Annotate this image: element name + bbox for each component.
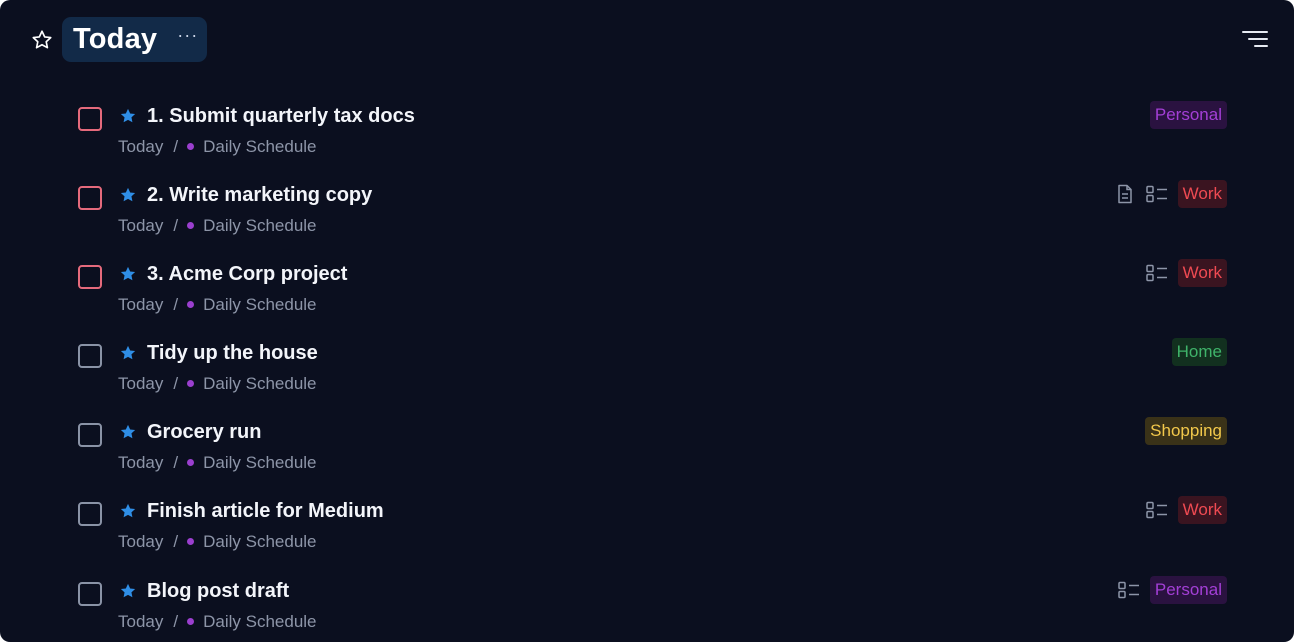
task-indicators: Work [1145, 259, 1227, 287]
tag-badge[interactable]: Work [1177, 180, 1227, 208]
task-meta: Today / Daily Schedule [118, 532, 317, 552]
task-meta: Today / Daily Schedule [118, 216, 317, 236]
task-meta: Today / Daily Schedule [118, 295, 317, 315]
task-checkbox[interactable] [78, 107, 102, 131]
task-meta: Today / Daily Schedule [118, 612, 317, 632]
starred-icon[interactable] [119, 502, 137, 520]
task-row[interactable]: 1. Submit quarterly tax docs Today / Daily … [0, 95, 1294, 174]
task-indicators: Shopping [1145, 417, 1227, 445]
task-project[interactable]: Daily Schedule [203, 453, 316, 473]
task-indicators: Work [1114, 180, 1227, 208]
page-title: Today [73, 23, 158, 55]
task-date[interactable]: Today [118, 295, 163, 315]
task-project[interactable]: Daily Schedule [203, 216, 316, 236]
favorite-star-icon[interactable] [30, 28, 54, 52]
task-project[interactable]: Daily Schedule [203, 295, 316, 315]
task-indicators: Home [1171, 338, 1227, 366]
task-title[interactable]: 2. Write marketing copy [147, 184, 372, 207]
tag-badge[interactable]: Work [1177, 259, 1227, 287]
task-meta: Today / Daily Schedule [118, 374, 317, 394]
today-panel: Today ··· 1. Submit quarterly tax docs To… [0, 0, 1294, 642]
task-meta: Today / Daily Schedule [118, 453, 317, 473]
checklist-icon [1145, 262, 1168, 284]
task-indicators: Personal [1149, 101, 1227, 129]
task-row[interactable]: Finish article for Medium Today / Daily Sch… [0, 490, 1294, 569]
task-checkbox[interactable] [78, 265, 102, 289]
meta-separator: / [173, 295, 179, 314]
project-color-dot [187, 458, 195, 466]
task-project[interactable]: Daily Schedule [203, 612, 316, 632]
list-title-pill[interactable]: Today ··· [62, 17, 207, 62]
note-icon [1114, 183, 1136, 205]
task-date[interactable]: Today [118, 532, 163, 552]
task-row[interactable]: 2. Write marketing copy Today / Daily Sched… [0, 174, 1294, 253]
checklist-icon [1118, 579, 1140, 601]
task-date[interactable]: Today [118, 453, 163, 473]
task-checkbox[interactable] [78, 186, 102, 210]
task-row[interactable]: 3. Acme Corp project Today / Daily Schedule… [0, 253, 1294, 332]
task-row[interactable]: Blog post draft Today / Daily Schedule Perso… [0, 570, 1294, 642]
task-checkbox[interactable] [78, 502, 102, 526]
task-project[interactable]: Daily Schedule [203, 374, 316, 394]
task-date[interactable]: Today [118, 137, 163, 157]
task-row[interactable]: Grocery run Today / Daily Schedule Shopping [0, 411, 1294, 490]
task-checkbox[interactable] [78, 582, 102, 606]
task-date[interactable]: Today [118, 216, 163, 236]
task-date[interactable]: Today [118, 374, 163, 394]
starred-icon[interactable] [119, 265, 137, 283]
task-title[interactable]: 3. Acme Corp project [147, 263, 347, 286]
more-options-icon[interactable]: ··· [177, 25, 198, 46]
task-title[interactable]: 1. Submit quarterly tax docs [147, 105, 415, 128]
task-title[interactable]: Blog post draft [147, 580, 289, 603]
meta-separator: / [173, 453, 179, 472]
starred-icon[interactable] [119, 582, 137, 600]
meta-separator: / [173, 612, 179, 631]
meta-separator: / [173, 216, 179, 235]
task-project[interactable]: Daily Schedule [203, 137, 316, 157]
tag-badge[interactable]: Shopping [1145, 417, 1227, 445]
task-project[interactable]: Daily Schedule [203, 532, 316, 552]
starred-icon[interactable] [119, 423, 137, 441]
task-title[interactable]: Tidy up the house [147, 342, 318, 365]
meta-separator: / [173, 137, 179, 156]
sort-menu-icon[interactable] [1242, 30, 1268, 48]
task-title[interactable]: Grocery run [147, 421, 261, 444]
starred-icon[interactable] [119, 344, 137, 362]
checklist-icon [1145, 499, 1168, 521]
meta-separator: / [173, 532, 179, 551]
tag-badge[interactable]: Home [1171, 338, 1227, 366]
task-title[interactable]: Finish article for Medium [147, 500, 384, 523]
project-color-dot [187, 142, 195, 150]
starred-icon[interactable] [119, 107, 137, 125]
project-color-dot [187, 221, 195, 229]
starred-icon[interactable] [119, 186, 137, 204]
task-indicators: Personal [1118, 576, 1227, 604]
task-date[interactable]: Today [118, 612, 163, 632]
tag-badge[interactable]: Work [1177, 496, 1227, 524]
project-color-dot [187, 300, 195, 308]
project-color-dot [187, 379, 195, 387]
task-indicators: Work [1145, 496, 1227, 524]
tag-badge[interactable]: Personal [1149, 576, 1227, 604]
checklist-icon [1145, 183, 1168, 205]
project-color-dot [187, 617, 195, 625]
meta-separator: / [173, 374, 179, 393]
project-color-dot [187, 537, 195, 545]
task-checkbox[interactable] [78, 344, 102, 368]
tag-badge[interactable]: Personal [1149, 101, 1227, 129]
task-checkbox[interactable] [78, 423, 102, 447]
task-meta: Today / Daily Schedule [118, 137, 317, 157]
task-row[interactable]: Tidy up the house Today / Daily Schedule Hom… [0, 332, 1294, 411]
